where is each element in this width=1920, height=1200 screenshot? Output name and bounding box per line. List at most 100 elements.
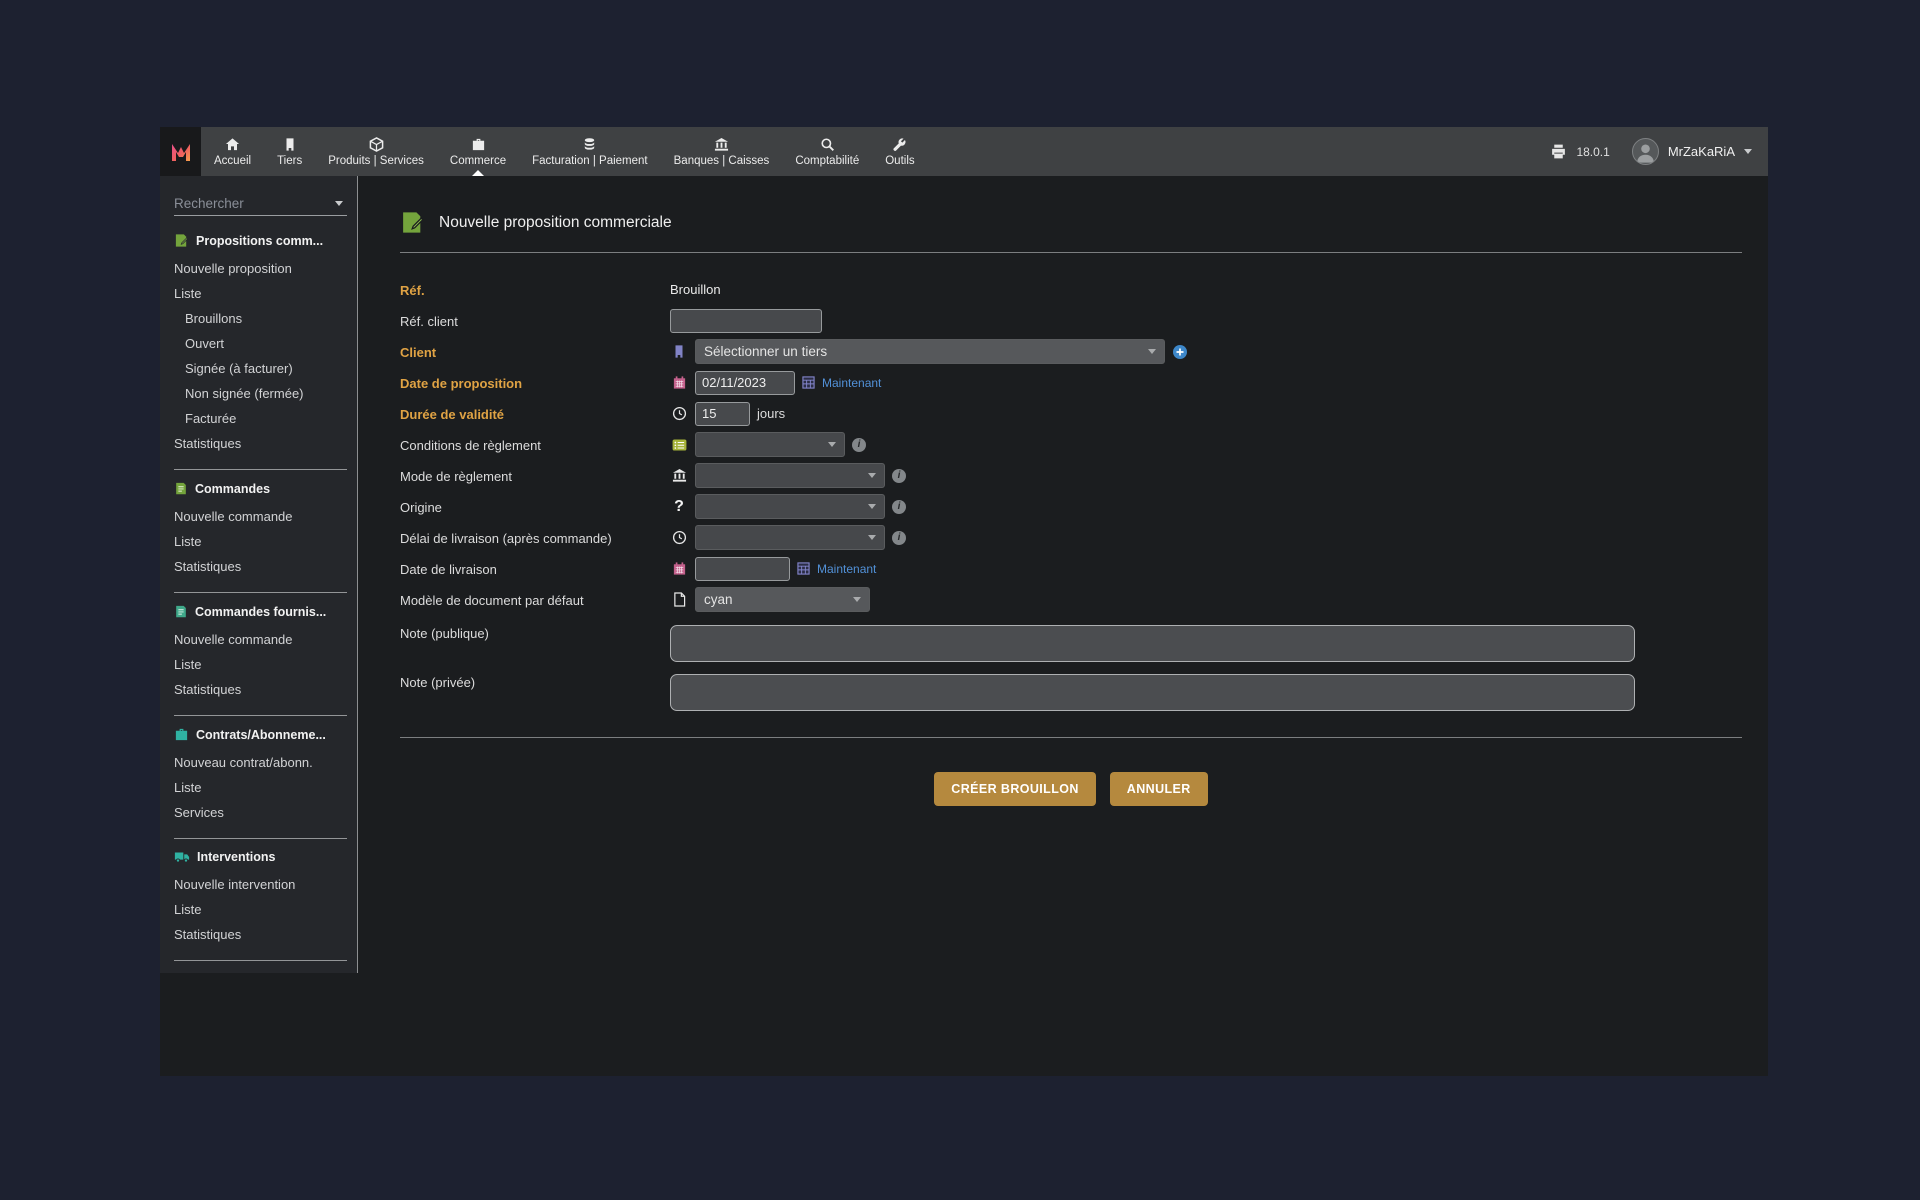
sidebar-item[interactable]: Liste [174,529,347,554]
sidebar-item[interactable]: Brouillons [174,306,347,331]
field-label: Client [400,344,670,360]
create-draft-button[interactable]: CRÉER BROUILLON [934,772,1096,806]
field-label: Note (privée) [400,674,670,690]
info-icon[interactable] [892,531,906,545]
top-navbar: Accueil Tiers Produits | Services Commer… [160,127,1768,176]
desktop-background: Accueil Tiers Produits | Services Commer… [0,0,1920,1200]
sidebar-item[interactable]: Liste [174,281,347,306]
conditions-reglement-select[interactable] [695,432,845,457]
add-client-icon[interactable] [1172,344,1188,360]
date-livraison-input[interactable] [695,557,790,581]
sidebar-item[interactable]: Nouveau contrat/abonn. [174,750,347,775]
sidebar-item[interactable]: Nouvelle intervention [174,872,347,897]
search-dropdown-icon[interactable] [335,201,343,206]
tab-label: Banques | Caisses [674,155,770,167]
datepicker-icon[interactable] [802,376,815,389]
section-title[interactable]: Interventions [174,850,347,864]
sidebar-item[interactable]: Nouvelle proposition [174,256,347,281]
chevron-down-icon[interactable] [1744,149,1752,154]
tab-produits-services[interactable]: Produits | Services [315,127,437,176]
clock-icon [672,406,687,421]
tab-comptabilite[interactable]: Comptabilité [782,127,872,176]
app-logo[interactable] [160,127,201,176]
calendar-icon [672,561,687,576]
supplier-order-icon [174,604,188,619]
section-title[interactable]: Commandes [174,481,347,496]
search-input[interactable] [174,196,347,211]
date-proposition-input[interactable] [695,371,795,395]
info-icon[interactable] [892,469,906,483]
sidebar-item[interactable]: Non signée (fermée) [174,381,347,406]
form-bottom-divider [400,737,1742,738]
person-icon [1634,141,1657,164]
avatar[interactable] [1632,138,1659,165]
clock-icon [672,530,687,545]
sidebar-item[interactable]: Liste [174,897,347,922]
chevron-down-icon [828,442,836,447]
form-row-note-privee: Note (privée) [400,672,1742,711]
tab-accueil[interactable]: Accueil [201,127,264,176]
main-content: Nouvelle proposition commerciale Réf. Br… [358,176,1768,1076]
sidebar-item[interactable]: Ouvert [174,331,347,356]
field-label: Date de proposition [400,375,670,391]
section-title[interactable]: Commandes fournis... [174,604,347,619]
field-label: Date de livraison [400,561,670,577]
sidebar-item[interactable]: Statistiques [174,554,347,579]
dolibarr-window: Accueil Tiers Produits | Services Commer… [160,127,1768,1076]
mode-reglement-select[interactable] [695,463,885,488]
form-row-origine: Origine [400,491,1742,522]
cancel-button[interactable]: ANNULER [1110,772,1208,806]
duree-validite-input[interactable] [695,402,750,426]
ref-client-input[interactable] [670,309,822,333]
modele-document-select[interactable]: cyan [695,587,870,612]
section-title[interactable]: Propositions comm... [174,233,347,248]
tab-label: Produits | Services [328,155,424,167]
proposal-icon [400,210,425,235]
sidebar-item[interactable]: Nouvelle commande [174,627,347,652]
building-icon [283,137,297,152]
datepicker-icon[interactable] [797,562,810,575]
info-icon[interactable] [892,500,906,514]
sidebar-item[interactable]: Liste [174,652,347,677]
sidebar-item[interactable]: Statistiques [174,922,347,947]
note-privee-textarea[interactable] [670,674,1635,711]
tab-label: Facturation | Paiement [532,155,648,167]
sidebar-item[interactable]: Facturée [174,406,347,431]
calendar-icon [672,375,687,390]
tab-label: Outils [885,155,914,167]
jours-suffix: jours [757,406,785,421]
bank-icon [672,468,687,483]
home-icon [225,137,240,152]
tab-commerce[interactable]: Commerce [437,127,519,176]
username-label[interactable]: MrZaKaRiA [1668,144,1735,159]
action-buttons: CRÉER BROUILLON ANNULER [400,772,1742,806]
sidebar-item[interactable]: Nouvelle commande [174,504,347,529]
now-link[interactable]: Maintenant [822,376,881,390]
printer-icon[interactable] [1550,143,1567,160]
sidebar-item[interactable]: Liste [174,775,347,800]
ref-value: Brouillon [670,282,721,297]
form-row-date-proposition: Date de proposition Maintenant [400,367,1742,398]
sidebar-section-contrats: Contrats/Abonneme... Nouveau contrat/abo… [174,716,347,839]
coins-icon [582,137,597,152]
tab-label: Comptabilité [795,155,859,167]
section-title[interactable]: Contrats/Abonneme... [174,727,347,742]
delai-livraison-select[interactable] [695,525,885,550]
form-row-mode-reglement: Mode de règlement [400,460,1742,491]
sidebar-item[interactable]: Statistiques [174,677,347,702]
tab-facturation-paiement[interactable]: Facturation | Paiement [519,127,661,176]
client-select[interactable]: Sélectionner un tiers [695,339,1165,364]
sidebar-item[interactable]: Statistiques [174,431,347,456]
note-publique-textarea[interactable] [670,625,1635,662]
origine-select[interactable] [695,494,885,519]
tab-banques-caisses[interactable]: Banques | Caisses [661,127,783,176]
sidebar-item[interactable]: Services [174,800,347,825]
tab-tiers[interactable]: Tiers [264,127,315,176]
proposal-icon [174,233,189,248]
tab-outils[interactable]: Outils [872,127,927,176]
now-link[interactable]: Maintenant [817,562,876,576]
building-icon [672,344,686,359]
field-label: Réf. [400,282,670,298]
info-icon[interactable] [852,438,866,452]
sidebar-item[interactable]: Signée (à facturer) [174,356,347,381]
